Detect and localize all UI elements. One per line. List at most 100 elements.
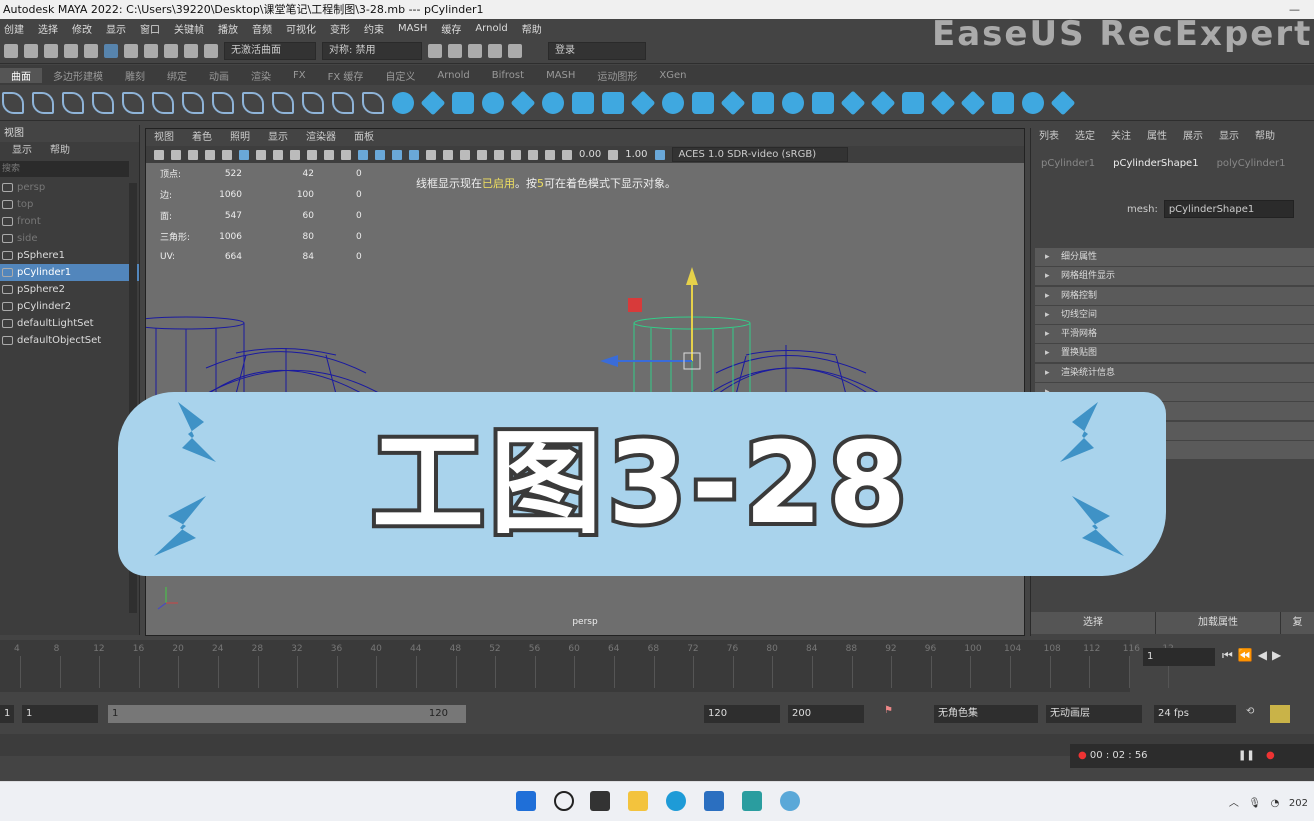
cv-curve-icon[interactable] <box>32 91 54 114</box>
exposure-icon[interactable] <box>562 149 572 160</box>
viewport-menu-item[interactable]: 渲染器 <box>306 129 336 146</box>
anim-layer-dropdown[interactable]: 无动画层 <box>1046 705 1142 723</box>
attr-menu-item[interactable]: 选定 <box>1075 128 1095 145</box>
play-icon[interactable]: ▶ <box>1272 648 1286 662</box>
pause-icon[interactable] <box>508 43 522 58</box>
xray-icon[interactable] <box>528 149 538 160</box>
mic-icon[interactable]: 🎙 <box>1248 798 1261 809</box>
planar-icon[interactable] <box>302 91 324 114</box>
shelf-tab[interactable]: 曲面 <box>0 67 42 83</box>
shelf-tab[interactable]: 自定义 <box>374 68 426 83</box>
character-set-dropdown[interactable]: 无角色集 <box>934 705 1038 723</box>
symmetry-dropdown[interactable]: 对称: 禁用 <box>322 41 422 60</box>
time-slider[interactable]: 4 8 12 16 20 24 28 32 36 40 44 48 52 56 60 64 68 72 76 80 84… <box>0 640 1174 692</box>
shelf-tab[interactable]: FX 缓存 <box>317 68 375 83</box>
attr-section[interactable]: 细分属性 <box>1035 248 1314 266</box>
exposure-value[interactable]: 0.00 <box>579 149 601 160</box>
tray-chevron-icon[interactable]: ︿ <box>1229 798 1239 809</box>
anim-end-field[interactable]: 200 <box>788 705 864 723</box>
pause-record-icon[interactable]: ❚❚ <box>1238 744 1255 768</box>
playback-start-field[interactable]: 1 <box>22 705 98 723</box>
recorder-app-icon[interactable] <box>780 791 800 811</box>
attr-menu-item[interactable]: 展示 <box>1183 128 1203 145</box>
shelf-tab[interactable]: 运动图形 <box>586 68 648 83</box>
menu-item[interactable]: 变形 <box>330 21 350 36</box>
menu-item[interactable]: 创建 <box>4 21 24 36</box>
attr-section[interactable]: 置换贴图 <box>1035 344 1314 363</box>
gamma-icon[interactable] <box>608 149 619 160</box>
shelf-tab[interactable]: Arnold <box>426 70 480 81</box>
lasso-icon[interactable] <box>124 43 138 58</box>
outliner-item[interactable]: pSphere1 <box>0 247 139 264</box>
outliner-item[interactable]: top <box>0 196 139 213</box>
attr-menu-item[interactable]: 帮助 <box>1255 128 1275 145</box>
menu-item[interactable]: 播放 <box>218 21 238 36</box>
edge-icon[interactable] <box>666 791 686 811</box>
attr-node-tab[interactable]: pCylinderShape1 <box>1113 158 1198 169</box>
menu-item[interactable]: 窗口 <box>140 21 160 36</box>
current-frame-field[interactable]: 1 <box>1143 648 1215 666</box>
resolution-gate-icon[interactable] <box>273 149 283 160</box>
bridge-icon[interactable] <box>840 90 866 115</box>
gate-mask-icon[interactable] <box>290 149 300 160</box>
pipe-icon[interactable] <box>602 91 624 114</box>
menu-item[interactable]: 显示 <box>106 21 126 36</box>
ep-curve-icon[interactable] <box>62 91 84 114</box>
snap-surface-icon[interactable] <box>204 43 218 58</box>
outliner-item[interactable]: defaultObjectSet <box>0 332 139 349</box>
textured-icon[interactable] <box>409 149 419 160</box>
shelf-tab[interactable]: 雕刻 <box>114 68 156 83</box>
task-view-icon[interactable] <box>590 791 610 811</box>
render-settings-icon[interactable] <box>468 43 482 58</box>
attr-section[interactable]: 平滑网格 <box>1035 325 1314 344</box>
login-dropdown[interactable]: 登录 <box>548 41 646 60</box>
attr-node-tab[interactable]: pCylinder1 <box>1041 158 1095 169</box>
viewport-menu-item[interactable]: 显示 <box>268 129 288 146</box>
viewport-menu-item[interactable]: 视图 <box>154 129 174 146</box>
sphere-icon[interactable] <box>392 91 414 114</box>
curve-tool-icon[interactable] <box>182 91 204 114</box>
outliner-menu-help[interactable]: 帮助 <box>50 142 70 159</box>
file-new-icon[interactable] <box>4 43 18 58</box>
outliner-item[interactable]: pCylinder2 <box>0 298 139 315</box>
outliner-item[interactable]: side <box>0 230 139 247</box>
copy-tab-button[interactable]: 复 <box>1281 612 1314 634</box>
viewport-menu-item[interactable]: 面板 <box>354 129 374 146</box>
stop-record-icon[interactable]: ● <box>1266 744 1275 768</box>
aa-icon[interactable] <box>494 149 504 160</box>
attr-section[interactable]: 渲染统计信息 <box>1035 363 1314 382</box>
snap-point-icon[interactable] <box>184 43 198 58</box>
file-explorer-icon[interactable] <box>628 791 648 811</box>
playback-end-field[interactable]: 120 <box>704 705 780 723</box>
uv-editor-icon[interactable] <box>992 91 1014 114</box>
undo-icon[interactable] <box>64 43 78 58</box>
soccer-ball-icon[interactable] <box>662 91 684 114</box>
bezier-icon[interactable] <box>152 91 174 114</box>
shadows-icon[interactable] <box>443 149 453 160</box>
bookmark-icon[interactable] <box>188 149 198 160</box>
menu-item[interactable]: 音频 <box>252 21 272 36</box>
clock-date[interactable]: 202 <box>1289 798 1308 809</box>
shelf-tab[interactable]: 多边形建模 <box>42 68 114 83</box>
step-back-key-icon[interactable]: ⏪ <box>1238 648 1258 662</box>
helix-icon[interactable] <box>630 90 656 115</box>
attr-menu-item[interactable]: 属性 <box>1147 128 1167 145</box>
text-curve-icon[interactable] <box>362 91 384 114</box>
menu-item[interactable]: 关键帧 <box>174 21 204 36</box>
attr-section[interactable]: 切线空间 <box>1035 305 1314 324</box>
color-management-icon[interactable] <box>654 149 665 160</box>
multicut-icon[interactable] <box>960 90 986 115</box>
cube-icon[interactable] <box>420 90 446 115</box>
viewport-menu-item[interactable]: 着色 <box>192 129 212 146</box>
sculpt-icon[interactable] <box>1022 91 1044 114</box>
attr-section[interactable]: 网格控制 <box>1035 286 1314 305</box>
select-tool-icon[interactable] <box>104 43 118 58</box>
outliner-item[interactable]: pSphere2 <box>0 281 139 298</box>
lights-icon[interactable] <box>426 149 436 160</box>
shelf-tab[interactable]: 绑定 <box>156 68 198 83</box>
safe-action-icon[interactable] <box>324 149 334 160</box>
attr-menu-item[interactable]: 显示 <box>1219 128 1239 145</box>
isolate-icon[interactable] <box>511 149 521 160</box>
film-gate-icon[interactable] <box>256 149 266 160</box>
hypershade-icon[interactable] <box>488 43 502 58</box>
